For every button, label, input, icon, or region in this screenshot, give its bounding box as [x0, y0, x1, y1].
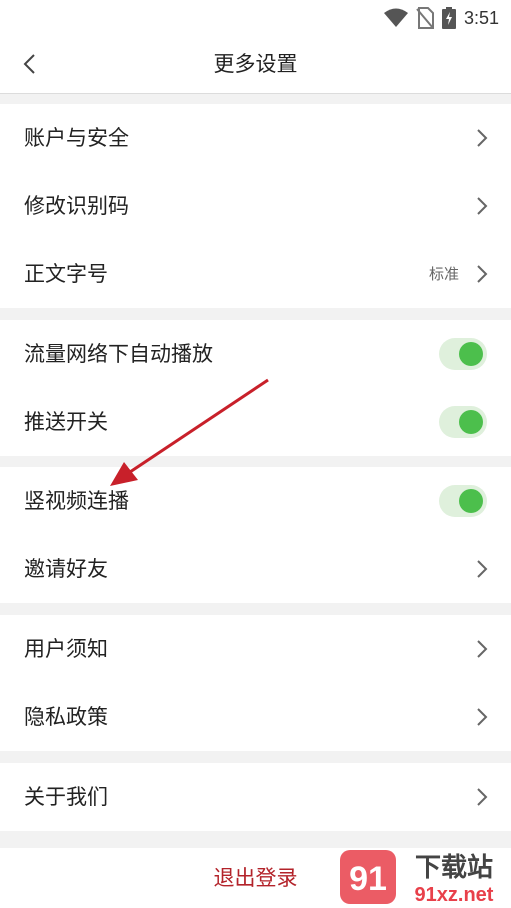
- status-time: 3:51: [463, 7, 499, 28]
- settings-row-push-switch: 推送开关: [0, 388, 511, 456]
- row-label: 正文字号: [24, 262, 108, 286]
- row-label: 邀请好友: [24, 557, 108, 581]
- settings-group-legal: 用户须知 隐私政策: [0, 615, 511, 751]
- settings-group-about: 关于我们: [0, 763, 511, 831]
- page-title: 更多设置: [213, 52, 298, 76]
- settings-group-playback: 流量网络下自动播放 推送开关: [0, 320, 511, 456]
- chevron-right-icon: [477, 708, 488, 726]
- row-label: 账户与安全: [24, 126, 129, 150]
- settings-row-vertical-video-autoplay: 竖视频连播: [0, 467, 511, 535]
- settings-row-user-notice[interactable]: 用户须知: [0, 615, 511, 683]
- row-label: 隐私政策: [24, 705, 108, 729]
- settings-row-account-security[interactable]: 账户与安全: [0, 104, 511, 172]
- battery-charging-icon: [441, 7, 456, 29]
- chevron-right-icon: [477, 129, 488, 147]
- status-bar: 3:51: [0, 0, 511, 36]
- svg-text:91: 91: [349, 860, 387, 898]
- row-label: 推送开关: [24, 410, 108, 434]
- settings-row-font-size[interactable]: 正文字号 标准: [0, 240, 511, 308]
- settings-row-modify-id-code[interactable]: 修改识别码: [0, 172, 511, 240]
- push-toggle[interactable]: [439, 406, 487, 438]
- toggle-knob: [459, 410, 483, 434]
- toggle-knob: [459, 342, 483, 366]
- settings-row-invite-friends[interactable]: 邀请好友: [0, 535, 511, 603]
- vertical-video-toggle[interactable]: [439, 485, 487, 517]
- settings-row-privacy-policy[interactable]: 隐私政策: [0, 683, 511, 751]
- settings-group-video: 竖视频连播 邀请好友: [0, 467, 511, 603]
- chevron-right-icon: [477, 560, 488, 578]
- chevron-right-icon: [477, 788, 488, 806]
- watermark-logo: 91 下载站 91xz.net: [340, 850, 494, 906]
- row-label: 竖视频连播: [24, 489, 129, 513]
- chevron-right-icon: [477, 265, 488, 283]
- watermark-domain: 91xz.net: [415, 884, 494, 906]
- watermark-brand: 下载站: [415, 853, 493, 883]
- row-label: 修改识别码: [24, 194, 129, 218]
- settings-row-autoplay-cellular: 流量网络下自动播放: [0, 320, 511, 388]
- no-sim-icon: [416, 7, 434, 29]
- settings-group-account: 账户与安全 修改识别码 正文字号 标准: [0, 104, 511, 308]
- autoplay-toggle[interactable]: [439, 338, 487, 370]
- font-size-value: 标准: [428, 265, 459, 283]
- chevron-right-icon: [477, 197, 488, 215]
- row-label: 用户须知: [24, 637, 108, 661]
- wifi-icon: [383, 8, 408, 27]
- toggle-knob: [459, 489, 483, 513]
- settings-row-about-us[interactable]: 关于我们: [0, 763, 511, 831]
- chevron-right-icon: [477, 640, 488, 658]
- row-label: 关于我们: [24, 785, 108, 809]
- app-header: 更多设置: [0, 36, 511, 94]
- row-label: 流量网络下自动播放: [24, 342, 213, 366]
